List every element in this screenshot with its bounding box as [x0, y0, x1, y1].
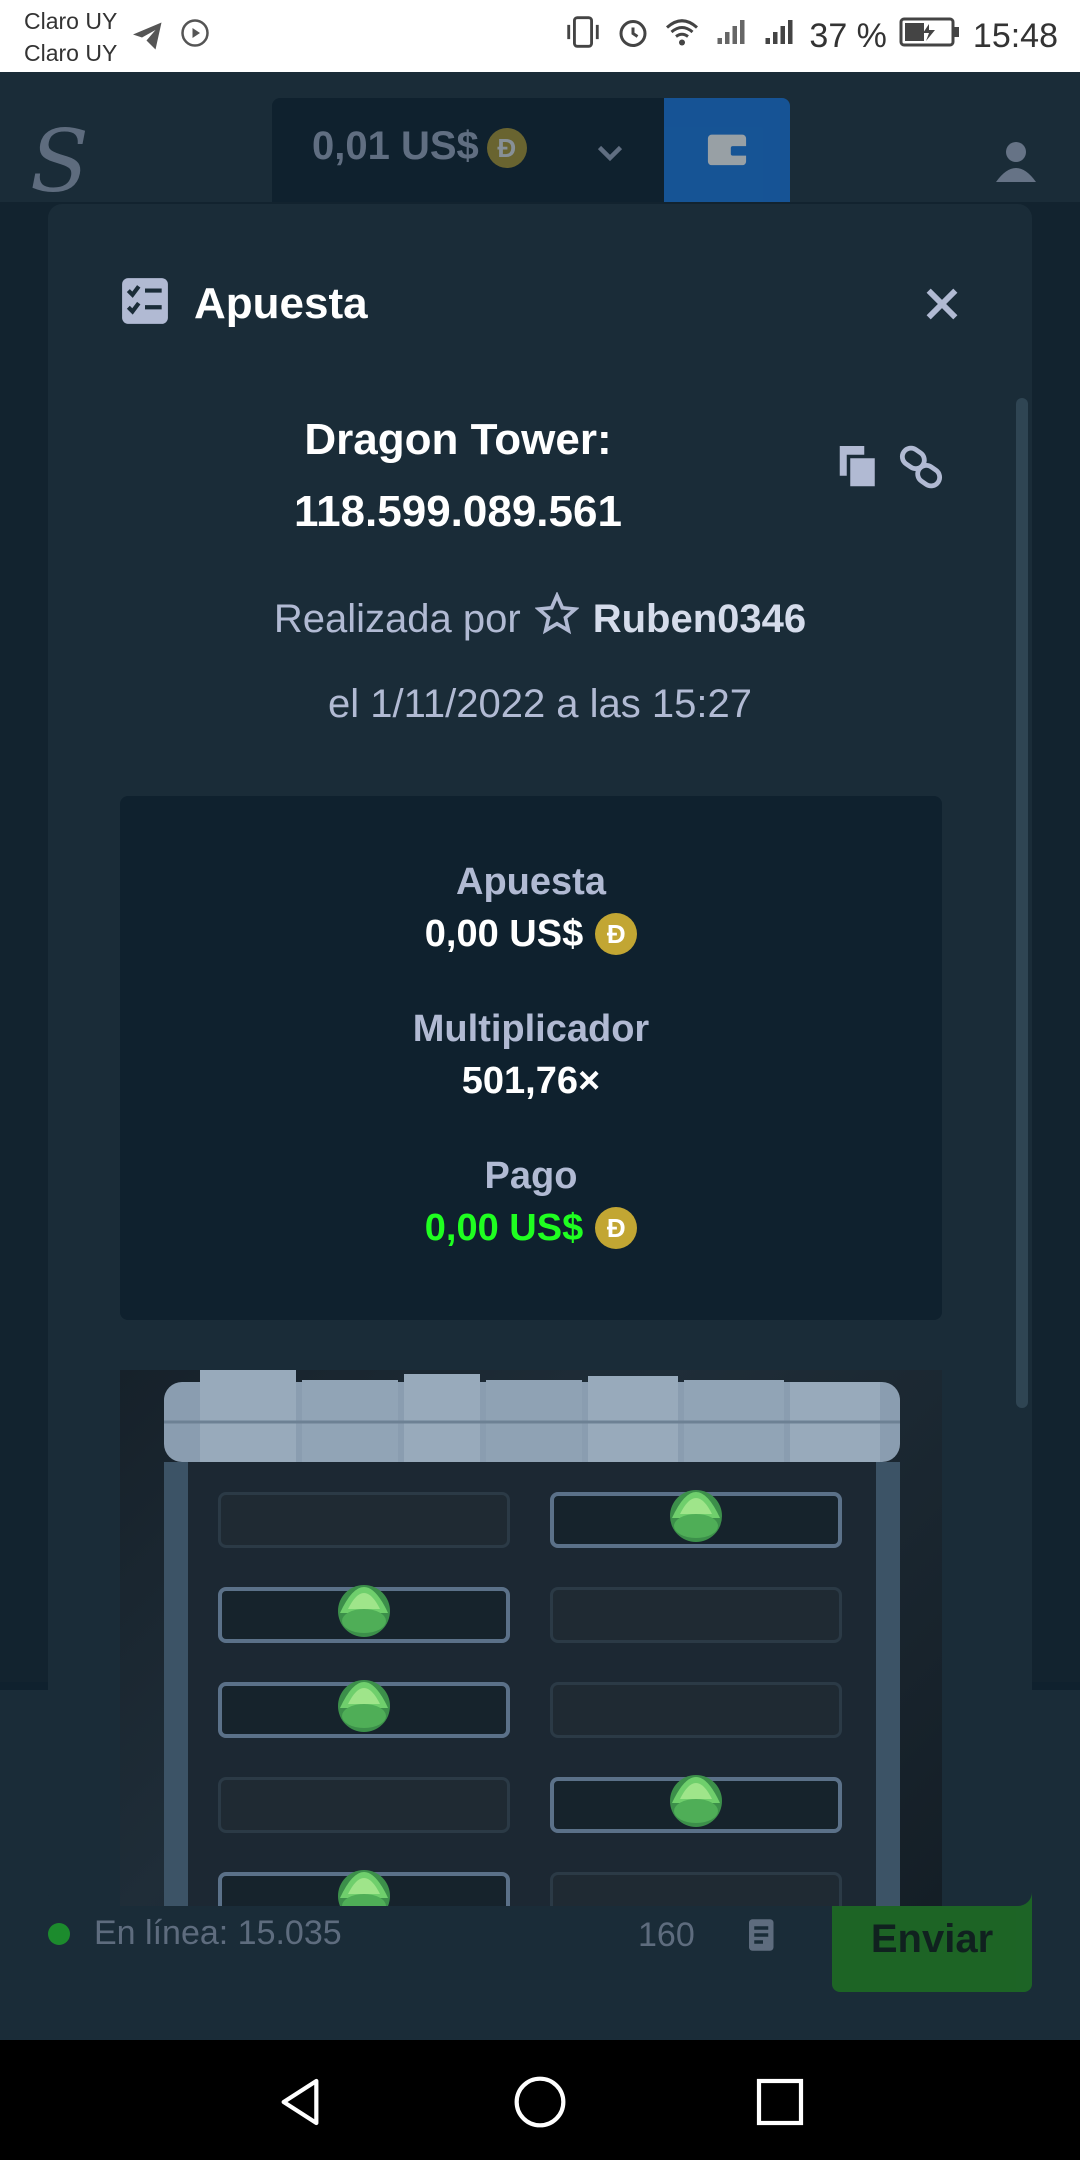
battery-percent: 37 %: [809, 17, 887, 55]
bet-title: Dragon Tower: 118.599.089.561: [158, 404, 758, 548]
bet-details-modal: Apuesta Dragon Tower: 118.599.089.561 Re…: [48, 204, 1032, 1906]
placed-by-label: Realizada por: [273, 596, 521, 641]
dragon-egg-icon: [670, 1490, 722, 1542]
bet-id: 118.599.089.561: [294, 487, 622, 536]
signal-icon: [713, 14, 749, 59]
battery-icon: [899, 16, 961, 57]
modal-title: Apuesta: [194, 278, 368, 328]
balance-selector[interactable]: 0,01 US$ Ð: [272, 98, 664, 202]
multiplier-label: Multiplicador: [412, 1008, 650, 1050]
play-icon: [180, 18, 210, 59]
doge-coin-icon: Ð: [595, 913, 638, 955]
user-button[interactable]: [992, 136, 1040, 189]
tile: [550, 1587, 842, 1643]
app-header: S 0,01 US$ Ð: [0, 72, 1080, 212]
payout-label: Pago: [484, 1155, 578, 1197]
android-nav-bar: [0, 2040, 1080, 2160]
modal-scrollbar[interactable]: [1016, 398, 1028, 1408]
signal-icon-2: [761, 14, 797, 59]
payout-value: 0,00 US$: [424, 1207, 584, 1249]
game-preview: [120, 1370, 942, 1906]
tile: [550, 1872, 842, 1906]
stake-logo: S: [30, 112, 89, 212]
link-icon[interactable]: [898, 444, 944, 495]
bet-amount-label: Apuesta: [456, 861, 606, 903]
game-name: Dragon Tower:: [304, 415, 612, 464]
tower-battlements: [164, 1370, 900, 1462]
user-icon: [992, 142, 1040, 188]
dragon-egg-icon: [338, 1680, 390, 1732]
bet-amount-stat: Apuesta 0,00 US$ Ð: [120, 856, 942, 960]
wallet-icon: [704, 127, 750, 174]
online-count: En línea: 15.035: [94, 1914, 342, 1952]
payout-row: 0,00 US$ Ð: [120, 1202, 942, 1254]
back-icon[interactable]: [272, 2074, 328, 2135]
home-icon[interactable]: [512, 2074, 568, 2135]
tile: [550, 1682, 842, 1738]
dragon-egg-icon: [338, 1870, 390, 1906]
star-icon[interactable]: [533, 591, 580, 646]
bet-amount-row: 0,00 US$ Ð: [120, 908, 942, 960]
chat-rules-icon[interactable]: [742, 1914, 784, 1961]
tile: [218, 1492, 510, 1548]
online-indicator: En línea: 15.035: [48, 1914, 342, 1953]
doge-coin-icon: Ð: [486, 128, 527, 169]
modal-header: Apuesta: [120, 276, 368, 331]
dragon-egg-icon: [338, 1585, 390, 1637]
online-dot: [48, 1922, 70, 1945]
bet-amount-value: 0,00 US$: [424, 913, 584, 955]
alarm-icon: [615, 14, 651, 59]
char-count: 160: [638, 1916, 695, 1954]
carrier-label: Claro UY: [24, 8, 118, 34]
vibrate-icon: [563, 14, 603, 59]
balance-display: 0,01 US$ Ð: [312, 124, 527, 169]
carrier-label-2: Claro UY: [24, 40, 118, 66]
payout-stat: Pago 0,00 US$ Ð: [120, 1150, 942, 1254]
placed-by: Realizada por Ruben0346: [48, 591, 1032, 646]
copy-icon[interactable]: [838, 444, 880, 495]
wallet-button[interactable]: [664, 98, 790, 202]
tower-grid: [188, 1462, 876, 1906]
recents-icon[interactable]: [752, 2074, 808, 2135]
telegram-icon: [130, 18, 166, 59]
clock: 15:48: [972, 17, 1058, 55]
username-link[interactable]: Ruben0346: [593, 597, 806, 642]
balance-value: 0,01 US$: [312, 124, 479, 168]
bet-date: el 1/11/2022 a las 15:27: [327, 682, 753, 726]
wifi-icon: [663, 14, 701, 59]
checklist-icon: [120, 276, 170, 331]
tile: [218, 1777, 510, 1833]
multiplier-stat: Multiplicador 501,76×: [120, 1003, 942, 1107]
bet-stats-panel: Apuesta 0,00 US$ Ð Multiplicador 501,76×…: [120, 796, 942, 1320]
chevron-down-icon: [592, 134, 628, 175]
status-bar: Claro UY Claro UY 37 % 15:48: [0, 0, 1080, 72]
close-button[interactable]: [922, 284, 962, 329]
close-icon: [922, 288, 962, 328]
multiplier-value: 501,76×: [461, 1060, 601, 1102]
doge-coin-icon: Ð: [595, 1207, 638, 1249]
dragon-egg-icon: [670, 1775, 722, 1827]
